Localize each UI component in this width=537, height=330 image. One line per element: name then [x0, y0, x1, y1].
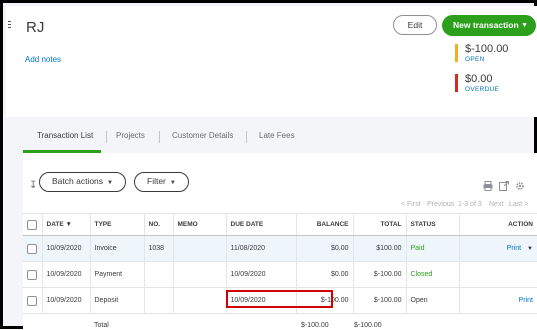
row-checkbox[interactable]	[27, 295, 37, 306]
menu-icon[interactable]	[8, 21, 12, 31]
cell-due-date: 11/08/2020	[226, 235, 297, 262]
overdue-bar	[455, 74, 458, 92]
print-action-link[interactable]: Print	[507, 245, 521, 252]
table-row[interactable]: 10/09/2020 Invoice 1038 11/08/2020 $0.00…	[23, 235, 537, 262]
chevron-down-icon: ▼	[107, 180, 113, 186]
pager-last[interactable]: Last >	[509, 201, 528, 208]
cell-date: 10/09/2020	[42, 235, 91, 262]
total-total: $-100.00	[354, 322, 382, 329]
table-header-row: DATE ▼ TYPE NO. MEMO DUE DATE BALANCE TO…	[23, 213, 537, 236]
column-header-memo[interactable]: MEMO	[173, 213, 227, 236]
column-header-action: ACTION	[459, 213, 537, 236]
cell-total: $-100.00	[353, 261, 407, 288]
cell-balance: $0.00	[296, 235, 354, 262]
edit-button[interactable]: Edit	[393, 15, 437, 35]
column-header-date[interactable]: DATE ▼	[42, 213, 91, 236]
pager-next[interactable]: Next	[489, 201, 503, 208]
cell-memo	[173, 235, 227, 262]
cell-status: Paid	[406, 235, 460, 262]
settings-icon[interactable]	[515, 181, 525, 191]
tab-divider	[246, 131, 247, 143]
new-transaction-button[interactable]: New transaction ▼	[442, 15, 536, 36]
open-bar	[455, 44, 458, 62]
customer-header: RJ Add notes Edit New transaction ▼ $-10…	[6, 6, 537, 117]
highlight-box	[226, 290, 333, 308]
chevron-down-icon[interactable]: ▼	[527, 246, 533, 252]
row-select-cell	[23, 287, 43, 314]
row-select-cell	[23, 261, 43, 288]
filter-label: Filter	[147, 176, 166, 186]
pager-previous[interactable]: Previous	[427, 201, 454, 208]
cell-due-date: 10/09/2020	[226, 261, 297, 288]
open-label: OPEN	[465, 56, 485, 63]
table-total-row: Total $-100.00 $-100.00	[23, 317, 537, 330]
cell-total: $-100.00	[353, 287, 407, 314]
tab-divider	[106, 131, 107, 143]
cell-action: Print ▼	[459, 235, 537, 262]
cell-action: Print	[459, 287, 537, 314]
cell-no	[144, 287, 174, 314]
select-all-checkbox[interactable]	[27, 219, 37, 230]
cell-date: 10/09/2020	[42, 287, 91, 314]
batch-actions-button[interactable]: Batch actions ▼	[39, 172, 126, 192]
print-action-link[interactable]: Print	[519, 297, 533, 304]
cell-action	[459, 261, 537, 288]
cell-total: $100.00	[353, 235, 407, 262]
tab-transaction-list[interactable]: Transaction List	[37, 131, 93, 140]
export-icon[interactable]	[499, 181, 509, 191]
overdue-amount: $0.00	[465, 73, 493, 85]
add-notes-link[interactable]: Add notes	[25, 55, 61, 64]
overdue-label: OVERDUE	[465, 86, 500, 93]
cell-memo	[173, 261, 227, 288]
tab-customer-details[interactable]: Customer Details	[172, 131, 233, 140]
cell-type: Invoice	[90, 235, 145, 262]
tab-projects[interactable]: Projects	[116, 131, 145, 140]
total-label: Total	[94, 322, 109, 329]
row-checkbox[interactable]	[27, 243, 37, 254]
sort-icon[interactable]: ↧	[29, 180, 37, 191]
cell-no: 1038	[144, 235, 174, 262]
table-row[interactable]: 10/09/2020 Payment 10/09/2020 $0.00 $-10…	[23, 261, 537, 288]
app-frame: RJ Add notes Edit New transaction ▼ $-10…	[0, 0, 537, 330]
row-checkbox[interactable]	[27, 269, 37, 280]
cell-balance: $0.00	[296, 261, 354, 288]
cell-type: Payment	[90, 261, 145, 288]
total-balance: $-100.00	[301, 322, 329, 329]
print-icon[interactable]	[483, 181, 493, 191]
column-header-balance[interactable]: BALANCE	[296, 213, 354, 236]
pager-count: 1-3 of 3	[458, 201, 482, 208]
column-header-total[interactable]: TOTAL	[353, 213, 407, 236]
customer-name: RJ	[26, 19, 45, 36]
cell-date: 10/09/2020	[42, 261, 91, 288]
open-amount: $-100.00	[465, 43, 509, 55]
tab-late-fees[interactable]: Late Fees	[259, 131, 295, 140]
row-select-cell	[23, 235, 43, 262]
chevron-down-icon: ▼	[169, 180, 176, 186]
cell-status: Open	[406, 287, 460, 314]
column-header-due-date[interactable]: DUE DATE	[226, 213, 297, 236]
filter-button[interactable]: Filter ▼	[134, 172, 189, 192]
select-all-cell	[23, 213, 43, 236]
column-header-status[interactable]: STATUS	[406, 213, 460, 236]
new-transaction-label: New transaction	[453, 20, 519, 30]
column-header-no[interactable]: NO.	[144, 213, 174, 236]
transaction-list-panel: ↧ Batch actions ▼ Filter ▼ < First Previou…	[23, 153, 537, 330]
cell-type: Deposit	[90, 287, 145, 314]
column-header-type[interactable]: TYPE	[90, 213, 145, 236]
cell-status: Closed	[406, 261, 460, 288]
pager-first[interactable]: < First	[401, 201, 421, 208]
cell-memo	[173, 287, 227, 314]
batch-actions-label: Batch actions	[52, 176, 104, 186]
tab-divider	[159, 131, 160, 143]
cell-no	[144, 261, 174, 288]
chevron-down-icon: ▼	[521, 22, 528, 29]
